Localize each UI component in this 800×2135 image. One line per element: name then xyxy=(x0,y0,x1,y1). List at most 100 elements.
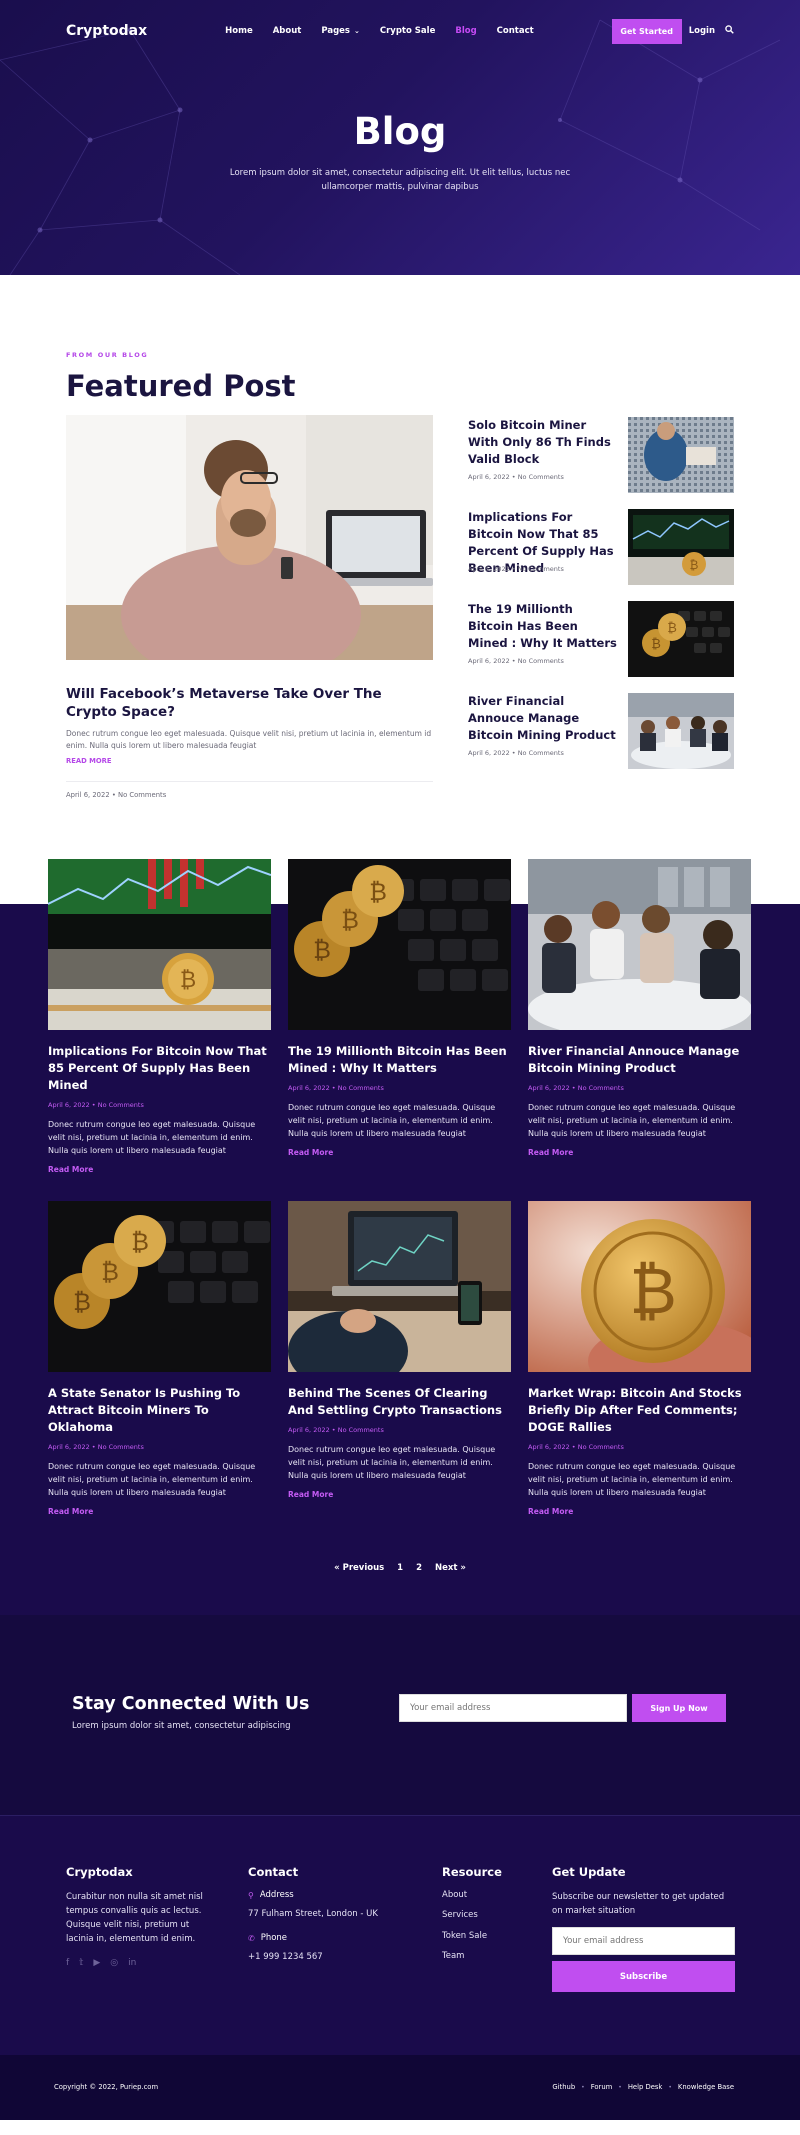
side-post-thumbnail[interactable] xyxy=(628,693,734,769)
search-icon[interactable] xyxy=(725,25,734,37)
bottom-link-help-desk[interactable]: Help Desk xyxy=(628,2083,663,2091)
blog-card-comments[interactable]: No Comments xyxy=(98,1443,144,1451)
newsletter-email-input[interactable] xyxy=(399,1694,627,1722)
blog-card-image[interactable]: ₿ xyxy=(48,859,271,1030)
side-post-title[interactable]: Solo Bitcoin Miner With Only 86 Th Finds… xyxy=(468,417,618,468)
blog-card: River Financial Annouce Manage Bitcoin M… xyxy=(528,859,751,1157)
blog-card-excerpt: Donec rutrum congue leo eget malesuada. … xyxy=(48,1120,256,1156)
footer-link-team[interactable]: Team xyxy=(442,1951,532,1961)
nav-pages[interactable]: Pages ⌄ xyxy=(321,26,360,36)
side-post[interactable]: River Financial Annouce Manage Bitcoin M… xyxy=(468,693,734,769)
footer-link-services[interactable]: Services xyxy=(442,1910,532,1920)
youtube-icon[interactable]: ▶ xyxy=(93,1958,100,1968)
blog-card-image[interactable] xyxy=(528,859,751,1030)
footer-update-text: Subscribe our newsletter to get updated … xyxy=(552,1892,725,1916)
footer-link-token-sale[interactable]: Token Sale xyxy=(442,1931,532,1941)
blog-card: ₿ Implications For Bitcoin Now That 85 P… xyxy=(48,859,271,1174)
bottom-link-github[interactable]: Github xyxy=(552,2083,575,2091)
footer: Cryptodax Curabitur non nulla sit amet n… xyxy=(0,1815,800,2055)
linkedin-icon[interactable]: in xyxy=(128,1958,136,1968)
blog-card-title[interactable]: Behind The Scenes Of Clearing And Settli… xyxy=(288,1385,511,1419)
chevron-down-icon: ⌄ xyxy=(354,27,360,35)
blog-card-image[interactable] xyxy=(288,1201,511,1372)
svg-text:₿: ₿ xyxy=(341,906,359,934)
svg-text:₿: ₿ xyxy=(131,1228,149,1256)
get-started-button[interactable]: Get Started xyxy=(611,18,682,44)
blog-card-meta: April 6, 2022 • No Comments xyxy=(528,1443,751,1451)
featured-post-image[interactable] xyxy=(66,415,433,660)
blog-card-meta: April 6, 2022 • No Comments xyxy=(288,1084,511,1092)
newsletter-title: Stay Connected With Us xyxy=(72,1694,310,1714)
subscribe-button[interactable]: Subscribe xyxy=(552,1961,735,1992)
nav-crypto-sale[interactable]: Crypto Sale xyxy=(380,26,435,36)
side-post[interactable]: The 19 Millionth Bitcoin Has Been Mined … xyxy=(468,601,734,677)
sign-up-button[interactable]: Sign Up Now xyxy=(632,1694,726,1722)
site-logo[interactable]: Cryptodax xyxy=(66,23,147,39)
facebook-icon[interactable]: f xyxy=(66,1958,69,1968)
bottom-link-knowledge-base[interactable]: Knowledge Base xyxy=(678,2083,734,2091)
blog-card-title[interactable]: A State Senator Is Pushing To Attract Bi… xyxy=(48,1385,271,1436)
blog-card-date: April 6, 2022 xyxy=(288,1426,330,1434)
side-post-meta: April 6, 2022 • No Comments xyxy=(468,565,564,573)
next-page-link[interactable]: Next » xyxy=(435,1563,466,1573)
blog-card-title[interactable]: Implications For Bitcoin Now That 85 Per… xyxy=(48,1043,271,1094)
svg-text:₿: ₿ xyxy=(101,1258,119,1286)
blog-card-title[interactable]: River Financial Annouce Manage Bitcoin M… xyxy=(528,1043,751,1077)
featured-post-title[interactable]: Will Facebook’s Metaverse Take Over The … xyxy=(66,685,433,721)
nav-contact[interactable]: Contact xyxy=(497,26,534,36)
nav-about[interactable]: About xyxy=(273,26,302,36)
address-label-text: Address xyxy=(259,1890,294,1900)
svg-text:₿: ₿ xyxy=(73,1288,91,1316)
featured-post-excerpt: Donec rutrum congue leo eget malesuada. … xyxy=(66,729,432,750)
featured-eyebrow: FROM OUR BLOG xyxy=(66,351,149,359)
blog-card-comments[interactable]: No Comments xyxy=(578,1084,624,1092)
footer-link-about[interactable]: About xyxy=(442,1890,532,1900)
twitter-icon[interactable]: 𝕥 xyxy=(79,1958,83,1968)
featured-post-comments[interactable]: No Comments xyxy=(118,791,166,799)
login-link[interactable]: Login xyxy=(689,26,715,36)
meta-dot: • xyxy=(89,1101,98,1109)
blog-card-title[interactable]: Market Wrap: Bitcoin And Stocks Briefly … xyxy=(528,1385,751,1436)
side-post[interactable]: Solo Bitcoin Miner With Only 86 Th Finds… xyxy=(468,417,734,493)
blog-card-image[interactable]: ₿ xyxy=(528,1201,751,1372)
side-post-thumbnail[interactable]: ₿ ₿ xyxy=(628,601,734,677)
read-more-link[interactable]: Read More xyxy=(288,1148,511,1157)
page-number[interactable]: 2 xyxy=(416,1563,422,1573)
blog-card-meta: April 6, 2022 • No Comments xyxy=(48,1101,271,1109)
read-more-link[interactable]: Read More xyxy=(528,1148,751,1157)
separator-dot: • xyxy=(581,2083,585,2091)
blog-card-image[interactable]: ₿ ₿ ₿ xyxy=(288,859,511,1030)
bottom-link-forum[interactable]: Forum xyxy=(591,2083,613,2091)
nav-home[interactable]: Home xyxy=(225,26,253,36)
side-post-title[interactable]: The 19 Millionth Bitcoin Has Been Mined … xyxy=(468,601,618,652)
blog-card-comments[interactable]: No Comments xyxy=(98,1101,144,1109)
featured-read-more-link[interactable]: READ MORE xyxy=(66,757,112,765)
blog-card-comments[interactable]: No Comments xyxy=(338,1084,384,1092)
blog-card: ₿ ₿ ₿ The 19 Millionth Bitcoin Has Been Mi… xyxy=(288,859,511,1157)
footer-email-input[interactable] xyxy=(552,1927,735,1955)
phone-label: ✆ Phone xyxy=(248,1933,408,1943)
read-more-link[interactable]: Read More xyxy=(528,1507,751,1516)
featured-post-meta: April 6, 2022 • No Comments xyxy=(66,791,166,799)
footer-brand[interactable]: Cryptodax xyxy=(66,1865,216,1879)
previous-page-link[interactable]: « Previous xyxy=(334,1563,384,1573)
phone-value[interactable]: +1 999 1234 567 xyxy=(248,1950,408,1964)
read-more-link[interactable]: Read More xyxy=(48,1507,271,1516)
side-post[interactable]: Implications For Bitcoin Now That 85 Per… xyxy=(468,509,734,585)
blog-card-comments[interactable]: No Comments xyxy=(338,1426,384,1434)
read-more-link[interactable]: Read More xyxy=(288,1490,511,1499)
read-more-link[interactable]: Read More xyxy=(48,1165,271,1174)
nav-blog[interactable]: Blog xyxy=(455,26,476,36)
blog-card-image[interactable]: ₿ ₿ ₿ xyxy=(48,1201,271,1372)
side-post-thumbnail[interactable]: ₿ xyxy=(628,509,734,585)
blog-card-excerpt: Donec rutrum congue leo eget malesuada. … xyxy=(288,1445,496,1481)
page-number[interactable]: 1 xyxy=(397,1563,403,1573)
blog-card-comments[interactable]: No Comments xyxy=(578,1443,624,1451)
side-post-thumbnail[interactable] xyxy=(628,417,734,493)
instagram-icon[interactable]: ◎ xyxy=(110,1958,118,1968)
page-title: Blog xyxy=(353,110,447,153)
main-menu: Home About Pages ⌄ Crypto Sale Blog Conta… xyxy=(225,26,554,36)
side-post-title[interactable]: River Financial Annouce Manage Bitcoin M… xyxy=(468,693,618,744)
blog-card-title[interactable]: The 19 Millionth Bitcoin Has Been Mined … xyxy=(288,1043,511,1077)
resource-links: About Services Token Sale Team xyxy=(442,1890,532,1962)
